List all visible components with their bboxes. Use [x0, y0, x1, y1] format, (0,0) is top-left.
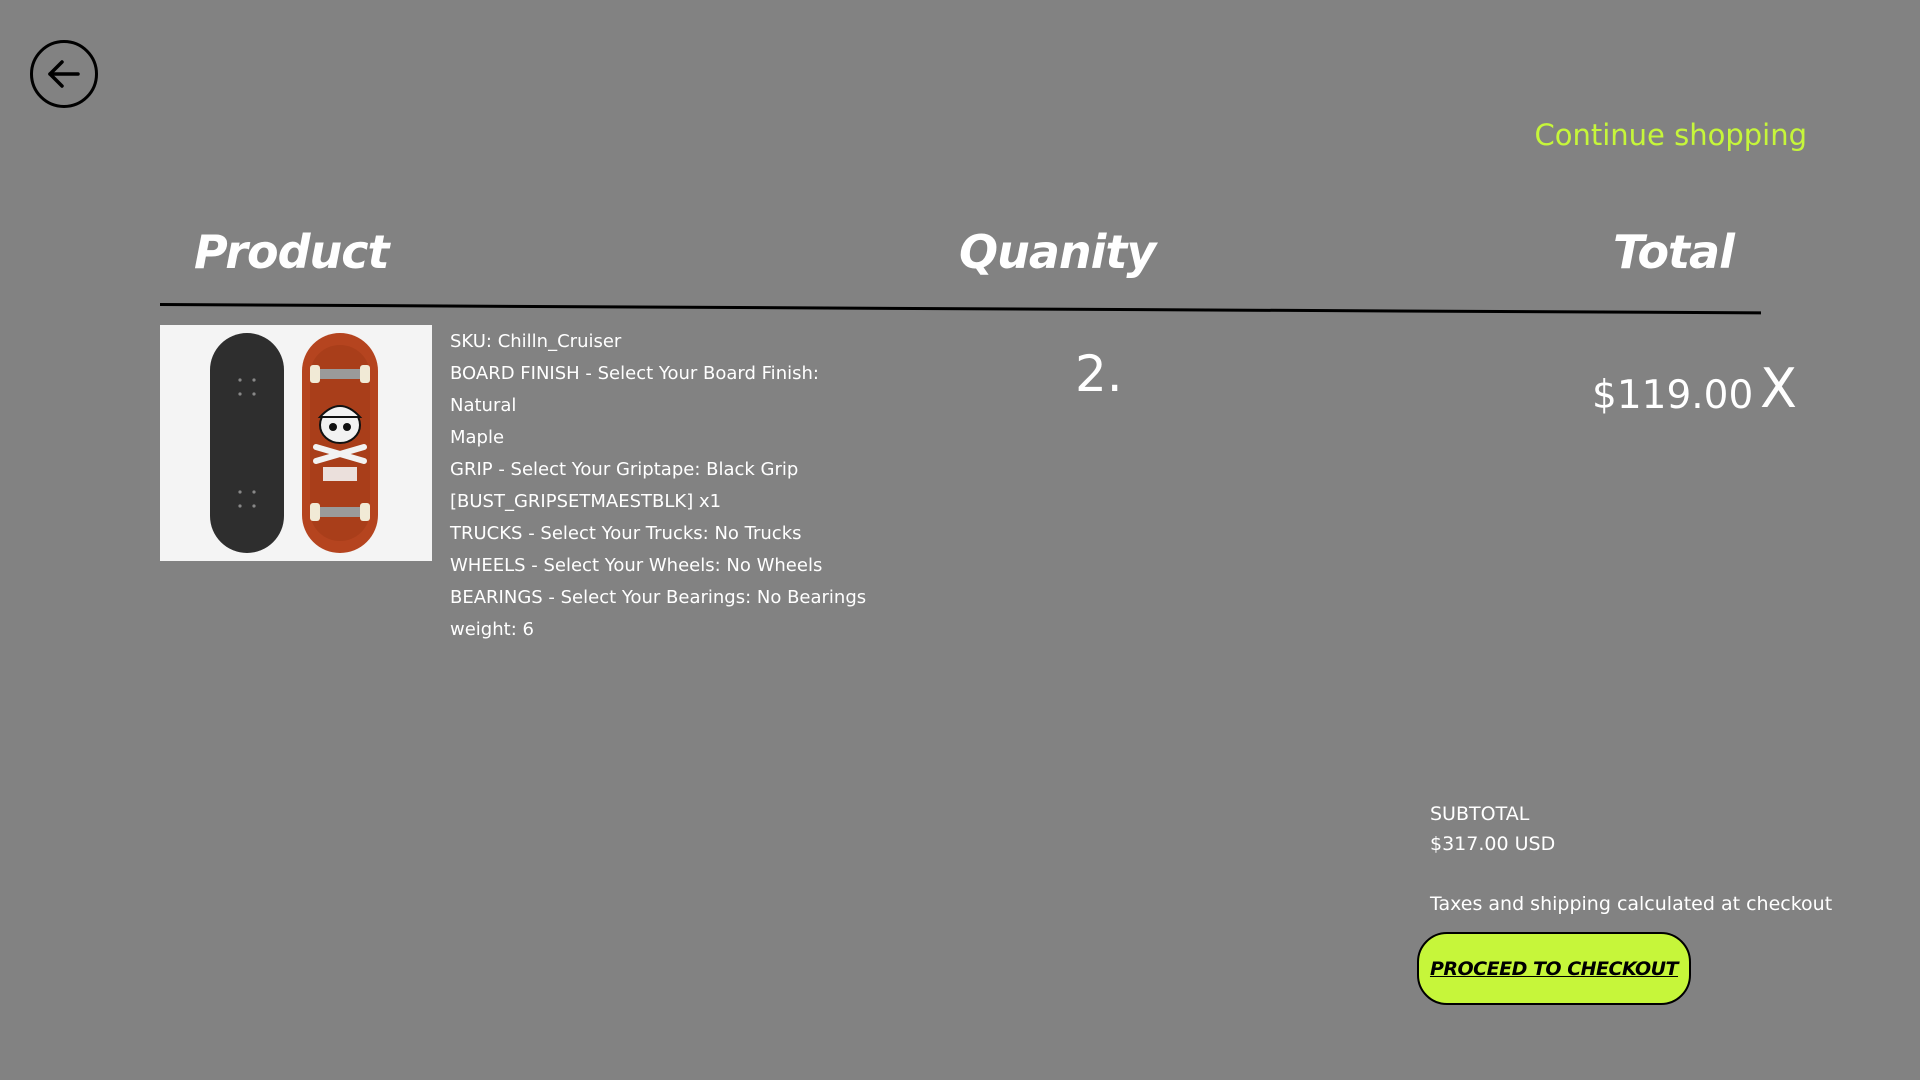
item-quantity: 2.: [1075, 345, 1123, 403]
product-weight: weight: 6: [450, 619, 534, 640]
skateboard-image: [160, 325, 432, 561]
remove-item-button[interactable]: X: [1760, 362, 1797, 416]
product-bearings: BEARINGS - Select Your Bearings: No Bear…: [450, 587, 867, 608]
item-price: $119.00: [1592, 373, 1754, 418]
product-details: SKU: Chilln_Cruiser BOARD FINISH - Selec…: [450, 326, 880, 646]
cart-page: Continue shopping Product Quanity Total: [0, 0, 1920, 1080]
product-board-finish-cont: Maple: [450, 427, 505, 448]
proceed-to-checkout-button[interactable]: PROCEED TO CHECKOUT: [1417, 932, 1691, 1005]
product-grip: GRIP - Select Your Griptape: Black Grip: [450, 459, 799, 480]
header-divider: [159, 303, 1761, 315]
product-trucks: TRUCKS - Select Your Trucks: No Trucks: [450, 523, 802, 544]
product-image: [160, 325, 432, 561]
continue-shopping-link[interactable]: Continue shopping: [1534, 118, 1807, 152]
column-header-total: Total: [1613, 225, 1735, 279]
column-header-quantity: Quanity: [959, 225, 1156, 279]
back-button[interactable]: [30, 40, 98, 108]
arrow-left-icon: [48, 60, 80, 88]
subtotal-label: SUBTOTAL: [1430, 803, 1530, 825]
product-sku: SKU: Chilln_Cruiser: [450, 331, 622, 352]
product-grip-cont: [BUST_GRIPSETMAESTBLK] x1: [450, 491, 722, 512]
subtotal-value: $317.00 USD: [1430, 833, 1556, 855]
checkout-label: PROCEED TO CHECKOUT: [1429, 957, 1679, 980]
product-wheels: WHEELS - Select Your Wheels: No Wheels: [450, 555, 823, 576]
column-header-product: Product: [194, 225, 390, 279]
product-board-finish: BOARD FINISH - Select Your Board Finish:…: [450, 363, 819, 416]
tax-note: Taxes and shipping calculated at checkou…: [1430, 893, 1833, 915]
